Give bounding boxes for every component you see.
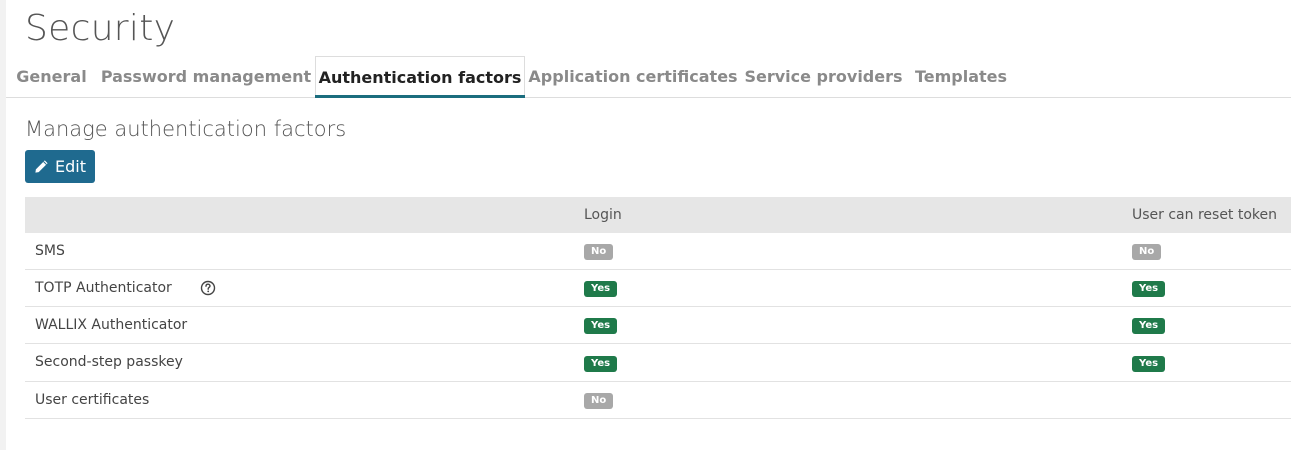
page-title: Security bbox=[25, 8, 176, 49]
tab-templates[interactable]: Templates bbox=[906, 56, 1016, 96]
table-row: User certificates No bbox=[25, 382, 1291, 419]
tab-password-management[interactable]: Password management bbox=[97, 56, 315, 96]
reset-badge: Yes bbox=[1132, 281, 1166, 297]
login-badge: Yes bbox=[584, 318, 618, 334]
login-badge: Yes bbox=[584, 356, 618, 372]
factor-label: Second-step passkey bbox=[35, 354, 183, 370]
factor-label: SMS bbox=[35, 243, 65, 259]
edit-button[interactable]: Edit bbox=[25, 150, 95, 183]
tab-authentication-factors[interactable]: Authentication factors bbox=[315, 56, 525, 98]
factor-label: User certificates bbox=[35, 392, 150, 408]
login-badge: No bbox=[584, 244, 614, 260]
table-row: Second-step passkey Yes Yes bbox=[25, 344, 1291, 382]
factor-label: TOTP Authenticator bbox=[35, 280, 172, 296]
factor-label: WALLIX Authenticator bbox=[35, 317, 188, 333]
column-header-login: Login bbox=[584, 207, 622, 223]
tab-bar: General Password management Authenticati… bbox=[6, 56, 1291, 98]
section-title: Manage authentication factors bbox=[25, 117, 347, 141]
table-row: TOTP Authenticator Yes Yes bbox=[25, 270, 1291, 307]
table-row: WALLIX Authenticator Yes Yes bbox=[25, 307, 1291, 344]
edit-button-label: Edit bbox=[55, 157, 86, 176]
reset-badge: Yes bbox=[1132, 318, 1166, 334]
reset-badge: Yes bbox=[1132, 356, 1166, 372]
table-header: Login User can reset token bbox=[25, 197, 1291, 233]
table-row: SMS No No bbox=[25, 233, 1291, 270]
tab-application-certificates[interactable]: Application certificates bbox=[525, 56, 741, 96]
login-badge: Yes bbox=[584, 281, 618, 297]
question-circle-icon[interactable] bbox=[200, 280, 216, 296]
tab-service-providers[interactable]: Service providers bbox=[741, 56, 906, 96]
auth-factors-table: Login User can reset token SMS No No TOT… bbox=[25, 197, 1291, 419]
column-header-reset: User can reset token bbox=[1132, 207, 1278, 223]
login-badge: No bbox=[584, 393, 614, 409]
reset-badge: No bbox=[1132, 244, 1162, 260]
tab-general[interactable]: General bbox=[6, 56, 97, 96]
pencil-icon bbox=[35, 160, 48, 173]
